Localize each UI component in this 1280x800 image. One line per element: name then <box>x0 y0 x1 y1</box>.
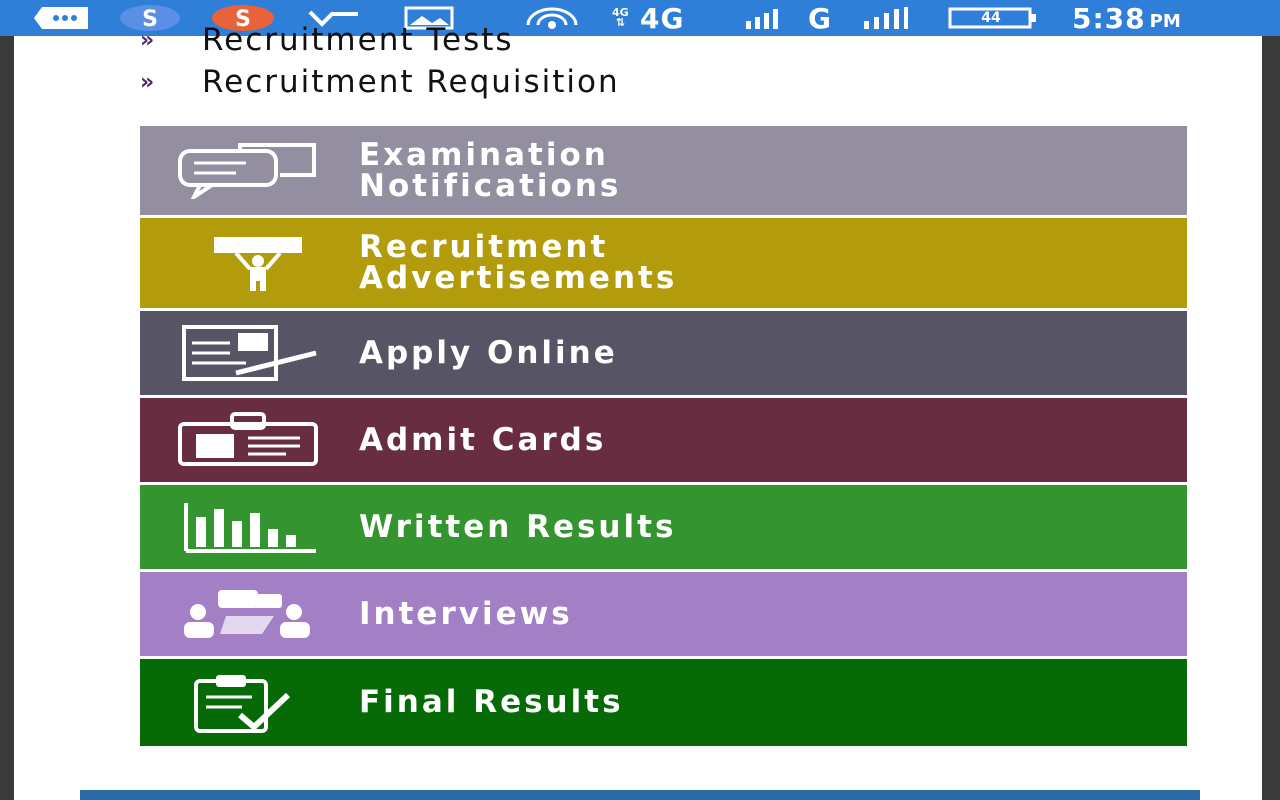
page-content: » Recruitment Tests » Recruitment Requis… <box>14 22 1262 800</box>
footer-banner <box>80 790 1200 800</box>
tile-final-results[interactable]: Final Results <box>140 659 1187 746</box>
tile-interviews[interactable]: Interviews <box>140 572 1187 659</box>
tile-label: Recruitment Advertisements <box>359 229 678 296</box>
tile-admit-cards[interactable]: Admit Cards <box>140 398 1187 485</box>
services-menu: Examination Notifications Recruitment Ad… <box>140 126 1187 746</box>
link-recruitment-tests[interactable]: » Recruitment Tests <box>140 22 514 58</box>
tile-recruitment-advertisements[interactable]: Recruitment Advertisements <box>140 218 1187 311</box>
message-icon <box>34 0 92 36</box>
id-card-icon <box>176 404 322 476</box>
bar-chart-icon <box>176 491 322 563</box>
tile-label: Admit Cards <box>359 421 607 458</box>
link-label: Recruitment Requisition <box>202 64 620 100</box>
clock: 5:38 PM <box>1072 0 1181 36</box>
tile-apply-online[interactable]: Apply Online <box>140 311 1187 398</box>
link-recruitment-requisition[interactable]: » Recruitment Requisition <box>140 64 620 100</box>
chat-bubbles-icon <box>176 135 322 207</box>
tile-label: Apply Online <box>359 334 618 371</box>
hotspot-icon <box>522 0 582 36</box>
tile-examination-notifications[interactable]: Examination Notifications <box>140 126 1187 218</box>
clock-ampm: PM <box>1149 10 1181 32</box>
tile-label: Interviews <box>359 595 573 632</box>
clock-time: 5:38 <box>1072 1 1146 35</box>
tile-label: Examination Notifications <box>359 136 622 204</box>
tile-written-results[interactable]: Written Results <box>140 485 1187 572</box>
tile-label: Written Results <box>359 508 677 545</box>
network-4g-small: 4G ⇅ <box>612 0 629 36</box>
signal-bars-2-icon <box>862 0 910 36</box>
bullet-icon: » <box>140 27 155 53</box>
battery-icon: 44 <box>948 0 1038 36</box>
network-g-label: G <box>808 1 832 35</box>
signal-bars-icon <box>744 0 784 36</box>
link-label: Recruitment Tests <box>202 22 514 58</box>
people-talking-icon <box>176 578 322 650</box>
bullet-icon: » <box>140 69 155 95</box>
person-with-banner-icon <box>176 227 322 299</box>
clipboard-check-icon <box>176 667 322 739</box>
battery-level: 44 <box>981 10 1001 26</box>
network-4g-label: 4G <box>640 1 685 35</box>
form-with-pen-icon <box>176 317 322 389</box>
data-arrows-icon: ⇅ <box>615 16 625 29</box>
tile-label: Final Results <box>359 684 624 720</box>
